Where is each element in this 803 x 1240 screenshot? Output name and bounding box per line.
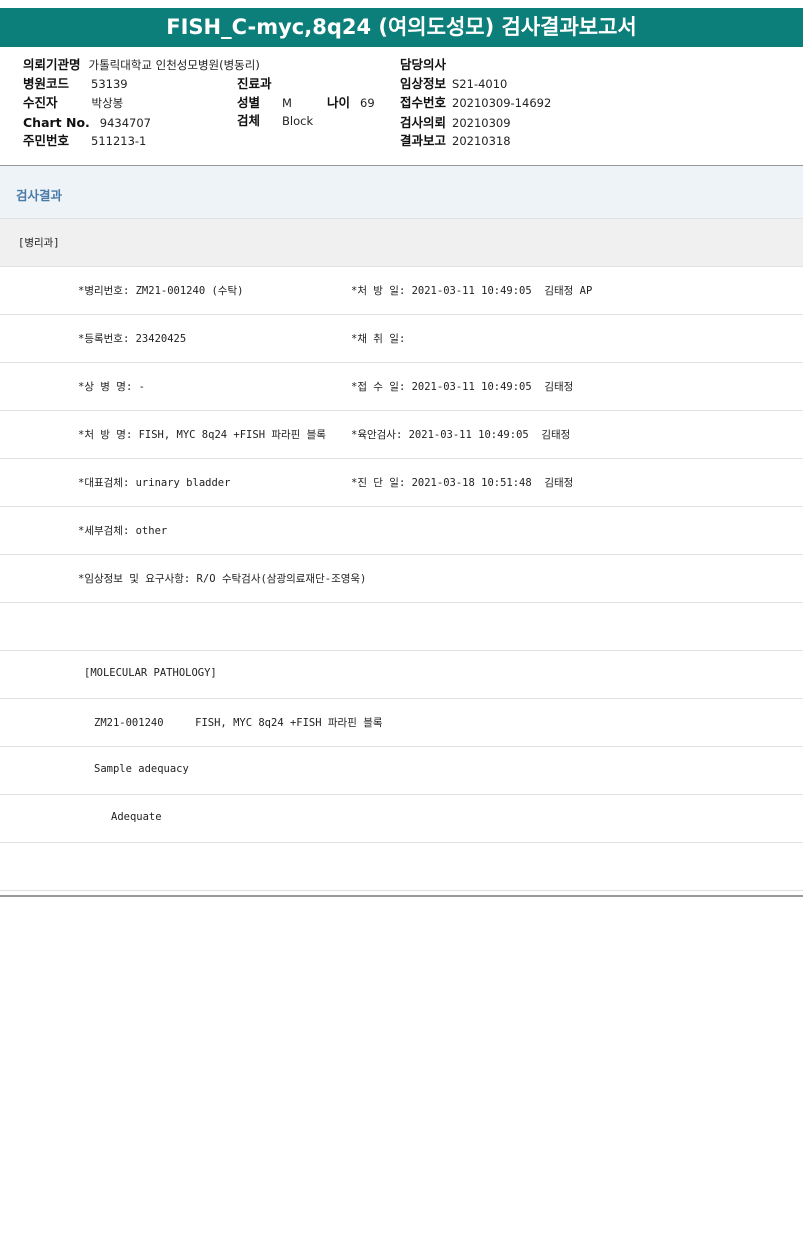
department-header: [병리과]	[18, 237, 60, 249]
result-row: *등록번호: 23420425 *채 취 일:	[0, 315, 803, 363]
result-row	[0, 843, 803, 891]
result-row: *세부검체: other	[0, 507, 803, 555]
rrn-value: 511213-1	[91, 134, 147, 148]
detailed-specimen: *세부검체: other	[78, 525, 168, 537]
dept-field: 진료과	[237, 74, 272, 94]
results-section-title: 검사결과	[16, 188, 63, 203]
sex-field: 성별 M	[237, 93, 292, 113]
receipt-label: 접수번호	[400, 95, 447, 110]
molecular-pathology-header: [MOLECULAR PATHOLOGY]	[84, 667, 217, 679]
hospital-code-field: 병원코드 53139	[23, 74, 128, 94]
result-row: Adequate	[0, 795, 803, 843]
specimen-field: 검체 Block	[237, 111, 313, 131]
gross-exam-date: *육안검사: 2021-03-11 10:49:05 김태정	[351, 429, 571, 441]
result-row: *상 병 명: - *접 수 일: 2021-03-11 10:49:05 김태…	[0, 363, 803, 411]
rrn-field: 주민번호 511213-1	[23, 131, 146, 151]
clinical-field: 임상정보 S21-4010	[400, 74, 507, 94]
result-row: *대표검체: urinary bladder *진 단 일: 2021-03-1…	[0, 459, 803, 507]
request-field: 검사의뢰 20210309	[400, 113, 511, 133]
collection-date: *채 취 일:	[351, 333, 406, 345]
sex-value: M	[282, 96, 292, 110]
report-title: FISH_C-myc,8q24 (여의도성모) 검사결과보고서	[0, 8, 803, 47]
order-name: *처 방 명: FISH, MYC 8q24 +FISH 파라핀 블록	[78, 429, 326, 441]
doctor-label: 담당의사	[400, 57, 447, 72]
hospital-code-label: 병원코드	[23, 76, 70, 91]
result-row: [병리과]	[0, 219, 803, 267]
chart-label: Chart No.	[23, 115, 90, 130]
dept-label: 진료과	[237, 76, 272, 91]
rrn-label: 주민번호	[23, 133, 70, 148]
diagnosis-date: *진 단 일: 2021-03-18 10:51:48 김태정	[351, 477, 574, 489]
divider	[0, 895, 803, 897]
receipt-date: *접 수 일: 2021-03-11 10:49:05 김태정	[351, 381, 574, 393]
representative-specimen: *대표검체: urinary bladder	[78, 477, 231, 489]
report-date-label: 결과보고	[400, 133, 447, 148]
results-section-header: 검사결과	[0, 166, 803, 219]
sex-label: 성별	[237, 95, 261, 110]
clinical-value: S21-4010	[452, 77, 508, 91]
chart-field: Chart No. 9434707	[23, 113, 151, 133]
sample-adequacy-value: Adequate	[111, 811, 162, 823]
age-value: 69	[360, 96, 375, 110]
sample-adequacy-label: Sample adequacy	[94, 763, 189, 775]
age-label: 나이	[327, 95, 351, 110]
report-date-field: 결과보고 20210318	[400, 131, 511, 151]
result-row	[0, 603, 803, 651]
chart-value: 9434707	[99, 116, 151, 130]
report-date-value: 20210318	[452, 134, 511, 148]
receipt-value: 20210309-14692	[452, 96, 552, 110]
patient-value: 박상봉	[91, 96, 124, 110]
order-date: *처 방 일: 2021-03-11 10:49:05 김태정 AP	[351, 285, 593, 297]
clinical-requirements: *임상정보 및 요구사항: R/O 수탁검사(삼광의료재단-조영욱)	[78, 573, 367, 585]
result-row: *처 방 명: FISH, MYC 8q24 +FISH 파라핀 블록 *육안검…	[0, 411, 803, 459]
result-row: *임상정보 및 요구사항: R/O 수탁검사(삼광의료재단-조영욱)	[0, 555, 803, 603]
clinical-label: 임상정보	[400, 76, 447, 91]
age-field: 나이 69	[327, 93, 375, 113]
hospital-code-value: 53139	[91, 77, 128, 91]
institution-field: 의뢰기관명 가톨릭대학교 인천성모병원(병동리)	[23, 55, 260, 75]
receipt-field: 접수번호 20210309-14692	[400, 93, 551, 113]
patient-label: 수진자	[23, 95, 58, 110]
test-line: ZM21-001240 FISH, MYC 8q24 +FISH 파라핀 블록	[94, 717, 383, 729]
registration-number: *등록번호: 23420425	[78, 333, 187, 345]
institution-value: 가톨릭대학교 인천성모병원(병동리)	[88, 58, 260, 72]
request-label: 검사의뢰	[400, 115, 447, 130]
request-value: 20210309	[452, 116, 511, 130]
result-row: Sample adequacy	[0, 747, 803, 795]
specimen-label: 검체	[237, 113, 261, 128]
pathology-number: *병리번호: ZM21-001240 (수탁)	[78, 285, 244, 297]
result-row: ZM21-001240 FISH, MYC 8q24 +FISH 파라핀 블록	[0, 699, 803, 747]
specimen-value: Block	[282, 114, 314, 128]
result-row: *병리번호: ZM21-001240 (수탁) *처 방 일: 2021-03-…	[0, 267, 803, 315]
patient-field: 수진자 박상봉	[23, 93, 123, 113]
institution-label: 의뢰기관명	[23, 57, 81, 72]
doctor-field: 담당의사	[400, 55, 446, 75]
result-row: [MOLECULAR PATHOLOGY]	[0, 651, 803, 699]
diagnosis-name: *상 병 명: -	[78, 381, 145, 393]
